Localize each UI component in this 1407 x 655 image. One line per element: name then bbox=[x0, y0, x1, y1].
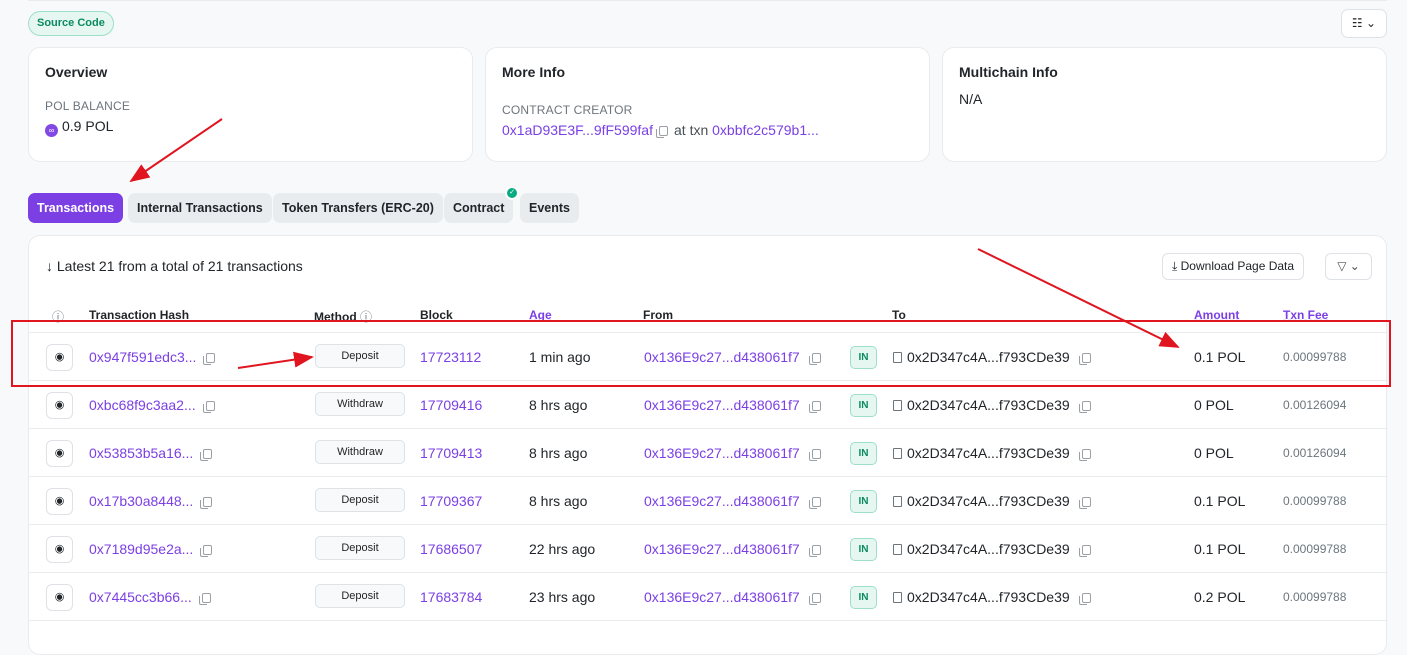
annotation-arrows bbox=[129, 118, 1180, 369]
arrow-to-transactions-tab bbox=[129, 118, 223, 183]
arrow-to-deposit-method bbox=[237, 351, 314, 369]
arrow-to-amount bbox=[977, 248, 1180, 348]
